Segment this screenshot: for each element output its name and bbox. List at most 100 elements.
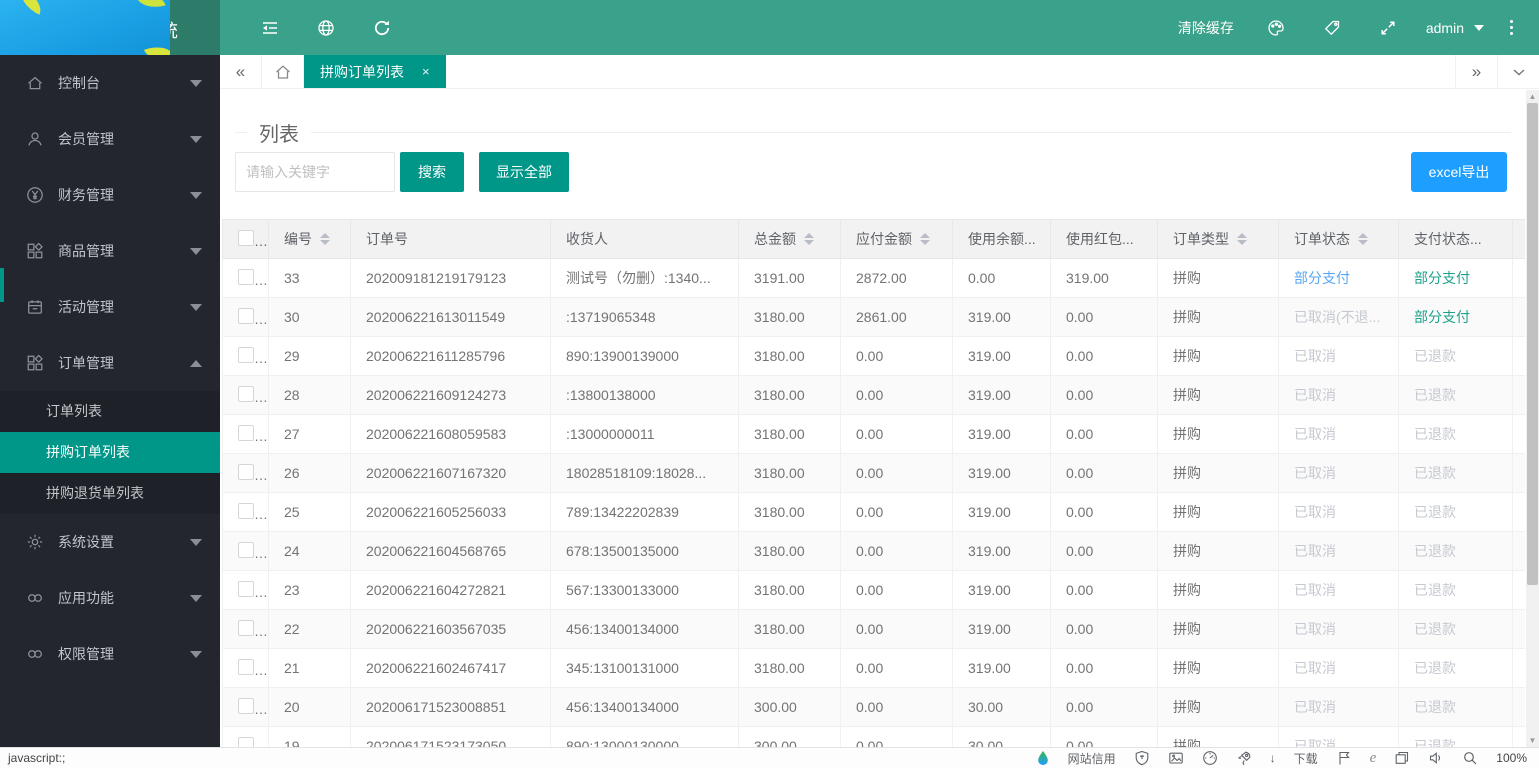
sort-icon[interactable] xyxy=(920,233,930,245)
speed-gauge-icon[interactable] xyxy=(1202,750,1218,766)
cell-order-status: 已取消 xyxy=(1278,648,1399,688)
clear-cache-button[interactable]: 清除缓存 xyxy=(1164,18,1248,38)
row-checkbox-cell xyxy=(222,375,269,415)
globe-icon[interactable] xyxy=(298,0,354,55)
select-all-checkbox[interactable] xyxy=(238,229,254,246)
sidebar-item-系统设置[interactable]: 系统设置 xyxy=(0,514,220,570)
row-checkbox[interactable] xyxy=(238,424,254,441)
speaker-icon[interactable] xyxy=(1428,750,1444,766)
download-arrow-icon[interactable]: ↓ xyxy=(1270,751,1276,765)
cell-order-no: 202009181219179123 xyxy=(350,258,551,298)
sidebar-item-活动管理[interactable]: 活动管理 xyxy=(0,279,220,335)
cell-id: 22 xyxy=(268,609,351,649)
sidebar-item-订单管理[interactable]: 订单管理 xyxy=(0,335,220,391)
row-checkbox-cell xyxy=(222,609,269,649)
scrollbar-thumb[interactable] xyxy=(1527,103,1538,585)
browser-zoom-level[interactable]: 100% xyxy=(1496,751,1527,765)
sort-icon[interactable] xyxy=(804,233,814,245)
sort-icon[interactable] xyxy=(320,233,330,245)
row-checkbox[interactable] xyxy=(238,346,254,363)
link-icon xyxy=(26,589,44,607)
sidebar-item-商品管理[interactable]: 商品管理 xyxy=(0,223,220,279)
row-checkbox[interactable] xyxy=(238,463,254,480)
cell-payable: 0.00 xyxy=(840,492,953,532)
cell-order-type: 拼购 xyxy=(1157,492,1279,532)
row-checkbox[interactable] xyxy=(238,307,254,324)
cell-redpacket-used: 0.00 xyxy=(1050,570,1158,610)
shield-icon[interactable] xyxy=(1134,750,1150,766)
site-credit-label[interactable]: 网站信用 xyxy=(1068,750,1116,767)
sidebar-item-权限管理[interactable]: 权限管理 xyxy=(0,626,220,682)
user-menu[interactable]: admin xyxy=(1416,20,1494,36)
ie-compat-icon[interactable]: e xyxy=(1370,750,1377,767)
scrollbar-down-icon[interactable]: ▼ xyxy=(1526,734,1539,747)
tab-pingou-order-list[interactable]: 拼购订单列表 × xyxy=(304,55,446,88)
sidebar-item-控制台[interactable]: 控制台 xyxy=(0,55,220,111)
cell-order-no: 202006221604568765 xyxy=(350,531,551,571)
sidebar-subitem-订单列表[interactable]: 订单列表 xyxy=(0,391,220,432)
tabs-collapse-icon[interactable] xyxy=(1497,55,1539,88)
cell-pay-status: 已退款 xyxy=(1398,492,1513,532)
show-all-button[interactable]: 显示全部 xyxy=(479,152,569,192)
cell-redpacket-used: 0.00 xyxy=(1050,648,1158,688)
logo-image xyxy=(0,0,170,55)
flag-icon[interactable] xyxy=(1336,750,1352,766)
pay-status-badge: 已退款 xyxy=(1414,426,1456,442)
tab-home-icon[interactable] xyxy=(262,55,304,88)
cell-receiver: 345:13100131000 xyxy=(550,648,739,688)
water-drop-icon[interactable] xyxy=(1036,750,1050,766)
sort-icon[interactable] xyxy=(1237,233,1247,245)
cell-receiver: 567:13300133000 xyxy=(550,570,739,610)
tab-close-icon[interactable]: × xyxy=(422,64,430,79)
cell-total: 3180.00 xyxy=(738,492,841,532)
row-checkbox[interactable] xyxy=(238,385,254,402)
sidebar-item-会员管理[interactable]: 会员管理 xyxy=(0,111,220,167)
cell-redpacket-used: 0.00 xyxy=(1050,726,1158,747)
row-checkbox[interactable] xyxy=(238,658,254,675)
tag-icon[interactable] xyxy=(1304,0,1360,55)
tabs-scroll-left-icon[interactable]: « xyxy=(220,55,262,88)
sort-icon[interactable] xyxy=(1358,233,1368,245)
order-status-badge[interactable]: 部分支付 xyxy=(1294,270,1350,286)
sidebar-subitem-拼购退货单列表[interactable]: 拼购退货单列表 xyxy=(0,473,220,514)
row-checkbox[interactable] xyxy=(238,502,254,519)
cell-payable: 0.00 xyxy=(840,414,953,454)
window-restore-icon[interactable] xyxy=(1394,750,1410,766)
pay-status-badge: 已退款 xyxy=(1414,660,1456,676)
fullscreen-icon[interactable] xyxy=(1360,0,1416,55)
caret-down-icon xyxy=(190,247,202,255)
collapse-menu-icon[interactable] xyxy=(242,0,298,55)
sidebar-item-财务管理[interactable]: 财务管理 xyxy=(0,167,220,223)
search-button[interactable]: 搜索 xyxy=(400,152,464,192)
rocket-icon[interactable] xyxy=(1236,750,1252,766)
pay-status-badge: 已退款 xyxy=(1414,738,1456,747)
page-search-icon[interactable] xyxy=(1462,750,1478,766)
more-menu-icon[interactable] xyxy=(1494,20,1529,35)
browser-statusbar: javascript:; 网站信用 ↓ 下载 e 100% xyxy=(0,747,1539,768)
row-checkbox[interactable] xyxy=(238,268,254,285)
row-checkbox[interactable] xyxy=(238,736,254,747)
image-icon[interactable] xyxy=(1168,750,1184,766)
row-checkbox[interactable] xyxy=(238,580,254,597)
content-scrollbar[interactable]: ▲ ▼ xyxy=(1526,90,1539,747)
row-checkbox[interactable] xyxy=(238,697,254,714)
row-checkbox[interactable] xyxy=(238,541,254,558)
theme-palette-icon[interactable] xyxy=(1248,0,1304,55)
excel-export-button[interactable]: excel导出 xyxy=(1411,152,1507,192)
order-status-badge: 已取消 xyxy=(1294,543,1336,559)
sidebar-subitem-拼购订单列表[interactable]: 拼购订单列表 xyxy=(0,432,220,473)
tabs-scroll-right-icon[interactable]: » xyxy=(1455,55,1497,88)
order-status-badge: 已取消 xyxy=(1294,465,1336,481)
search-input[interactable] xyxy=(235,152,395,192)
refresh-icon[interactable] xyxy=(354,0,410,55)
table-row: 28 202006221609124273:13800138000 3180.00 0… xyxy=(222,375,1525,415)
pay-status-badge: 已退款 xyxy=(1414,582,1456,598)
cell-redpacket-used: 0.00 xyxy=(1050,336,1158,376)
row-checkbox[interactable] xyxy=(238,619,254,636)
scrollbar-up-icon[interactable]: ▲ xyxy=(1526,90,1539,103)
cell-order-status: 已取消 xyxy=(1278,726,1399,747)
download-label[interactable]: 下载 xyxy=(1294,750,1318,767)
topbar-left-icons xyxy=(242,0,410,55)
cell-order-status: 部分支付 xyxy=(1278,258,1399,298)
sidebar-item-应用功能[interactable]: 应用功能 xyxy=(0,570,220,626)
